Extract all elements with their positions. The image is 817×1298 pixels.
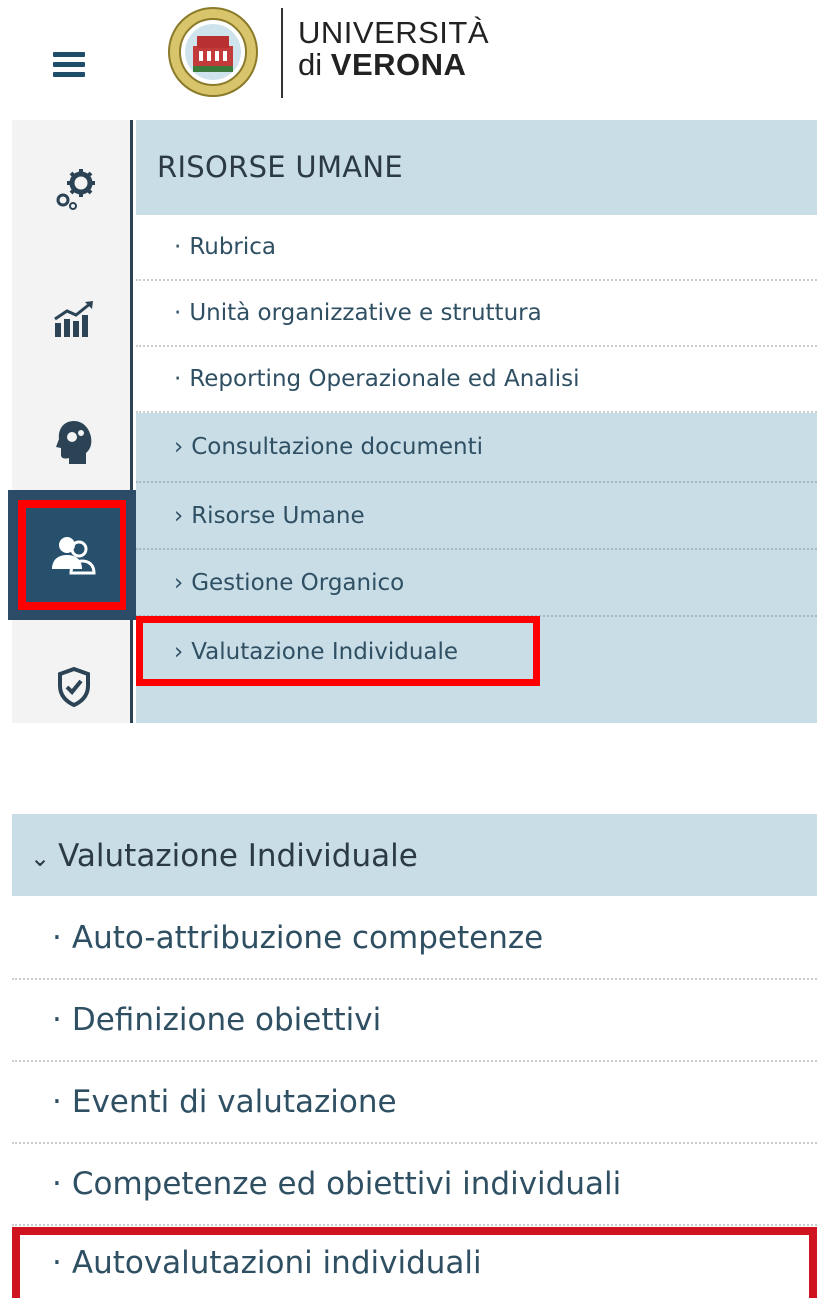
users-icon[interactable] [26, 508, 120, 602]
shield-check-icon[interactable] [50, 663, 98, 711]
university-seal-logo [165, 6, 261, 98]
submenu-item-label: Auto-attribuzione competenze [71, 920, 544, 956]
head-gears-icon[interactable] [50, 418, 98, 466]
menu-item-label: Gestione Organico [191, 569, 405, 596]
menu-item-bullet: · [174, 300, 182, 326]
chevron-right-icon: › [174, 502, 184, 529]
menu-item-bullet: · [174, 234, 182, 260]
submenu-item-label: Eventi di valutazione [71, 1084, 397, 1120]
menu-item-reporting[interactable]: · Reporting Operazionale ed Analisi [136, 347, 817, 413]
menu-item-consultazione-documenti[interactable]: › Consultazione documenti [136, 413, 817, 483]
chevron-right-icon: › [174, 569, 184, 596]
logo-text-line2: di VERONA [298, 48, 466, 82]
menu-item-bullet: · [174, 366, 182, 392]
logo-divider [281, 8, 283, 98]
highlight-box-autovalutazioni [12, 1227, 817, 1298]
menu-panel-title: RISORSE UMANE [157, 150, 404, 184]
sidebar [12, 120, 133, 723]
menu-item-label: Risorse Umane [191, 502, 365, 529]
logo-text-line1: UNIVERSITÀ [298, 15, 490, 50]
submenu-item-auto-attribuzione[interactable]: · Auto-attribuzione competenze [12, 898, 817, 980]
submenu-item-competenze-obiettivi[interactable]: · Competenze ed obiettivi individuali [12, 1144, 817, 1226]
submenu-item-bullet: · [52, 1002, 62, 1038]
menu-item-gestione-organico[interactable]: › Gestione Organico [136, 550, 817, 617]
menu-item-label: Rubrica [189, 234, 277, 260]
hamburger-icon[interactable] [53, 52, 85, 78]
submenu-item-label: Definizione obiettivi [71, 1002, 382, 1038]
menu-item-rubrica[interactable]: · Rubrica [136, 215, 817, 281]
submenu-item-bullet: · [52, 920, 62, 956]
highlight-box-valutazione [136, 616, 540, 686]
submenu-title-label: Valutazione Individuale [58, 838, 418, 874]
menu-item-unita-organizzative[interactable]: · Unità organizzative e struttura [136, 281, 817, 347]
submenu-item-definizione-obiettivi[interactable]: · Definizione obiettivi [12, 980, 817, 1062]
submenu-item-label: Competenze ed obiettivi individuali [71, 1166, 622, 1202]
submenu-item-eventi-valutazione[interactable]: · Eventi di valutazione [12, 1062, 817, 1144]
menu-item-risorse-umane[interactable]: › Risorse Umane [136, 483, 817, 550]
submenu-item-bullet: · [52, 1166, 62, 1202]
logo-text-prefix: di [298, 47, 323, 82]
chevron-down-icon: ⌄ [30, 844, 51, 872]
menu-item-label: Unità organizzative e struttura [189, 300, 542, 326]
menu-item-label: Reporting Operazionale ed Analisi [189, 366, 580, 392]
submenu-title[interactable]: ⌄ Valutazione Individuale [30, 838, 418, 874]
menu-item-label: Consultazione documenti [191, 434, 483, 460]
submenu-item-bullet: · [52, 1084, 62, 1120]
logo-text-bold: VERONA [330, 47, 467, 82]
chart-icon[interactable] [50, 295, 98, 343]
chevron-right-icon: › [174, 434, 184, 460]
gears-icon[interactable] [50, 165, 98, 213]
